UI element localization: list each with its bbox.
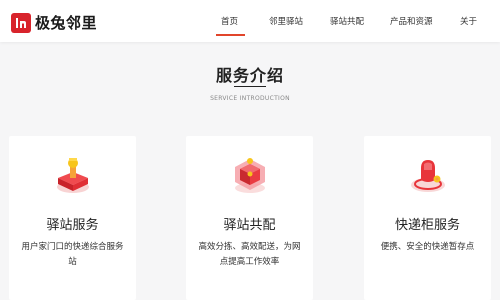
card-title: 驿站共配 [223,218,276,233]
card-description: 高效分拣、高效配送，为网点提高工作效率 [198,242,301,267]
card-title: 快递柜服务 [394,218,460,233]
parcel-locker-icon [407,154,449,196]
shared-delivery-icon [229,154,271,196]
section-title-divider [234,86,266,87]
card-description: 便携、安全的快递暂存点 [380,242,475,252]
nav-item-home[interactable]: 首页 [221,15,238,27]
section-subtitle: SERVICE INTRODUCTION [210,95,290,102]
service-card-shared-delivery[interactable]: 驿站共配 高效分拣、高效配送，为网点提高工作效率 [186,136,313,300]
nav-item-products-resources[interactable]: 产品和资源 [390,15,433,27]
top-navigation-bar: 极兔邻里 首页 邻里驿站 驿站共配 产品和资源 关于 [0,0,500,42]
nav-item-about[interactable]: 关于 [460,15,477,27]
service-card-station[interactable]: 驿站服务 用户家门口的快递综合服务站 [9,136,136,300]
service-card-parcel-locker[interactable]: 快递柜服务 便携、安全的快递暂存点 [364,136,491,300]
station-service-icon [52,154,94,196]
card-title: 驿站服务 [46,218,99,233]
nav-item-neighborhood-station[interactable]: 邻里驿站 [269,15,303,27]
main-nav: 首页 邻里驿站 驿站共配 产品和资源 关于 [0,0,500,42]
section-title: 服务介绍 [215,66,284,85]
nav-item-station-shared-delivery[interactable]: 驿站共配 [330,15,364,27]
active-nav-indicator [216,34,245,36]
card-description: 用户家门口的快递综合服务站 [21,242,124,267]
